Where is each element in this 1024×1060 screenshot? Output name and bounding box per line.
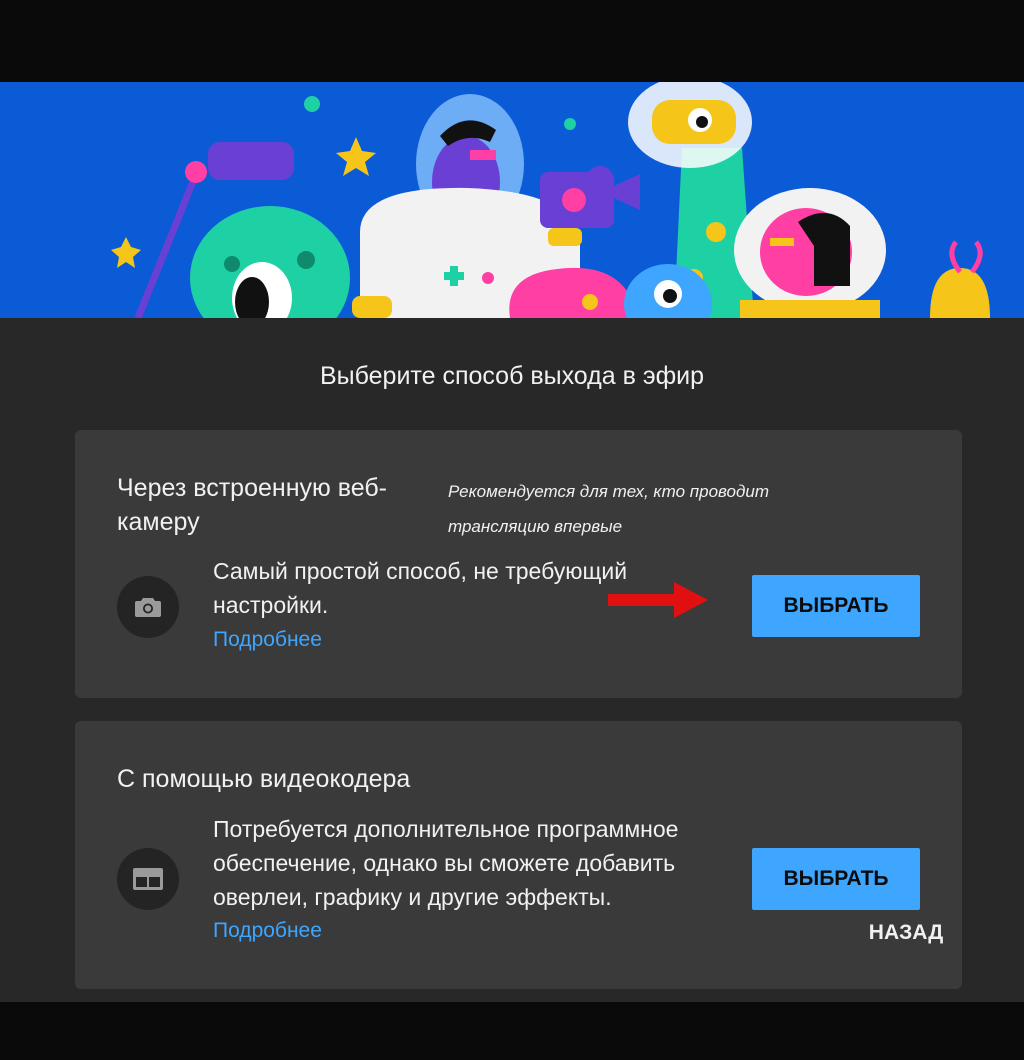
- option-title: Через встроенную веб-камеру: [117, 474, 387, 536]
- option-card-encoder: С помощью видеокодера Потребуется дополн…: [75, 721, 962, 989]
- learn-more-link[interactable]: Подробнее: [213, 628, 322, 652]
- banner-art: [111, 82, 990, 318]
- option-description: Потребуется дополнительное программное о…: [213, 816, 679, 910]
- option-card-webcam: Через встроенную веб-камеру Рекомендуетс…: [75, 430, 962, 698]
- go-live-dialog: Выберите способ выхода в эфир Через встр…: [0, 82, 1024, 1002]
- encoder-icon: [117, 848, 179, 910]
- dialog-title: Выберите способ выхода в эфир: [319, 362, 705, 390]
- select-webcam-button[interactable]: ВЫБРАТЬ: [752, 575, 920, 637]
- annotation-arrow-icon: [608, 582, 708, 618]
- back-button[interactable]: НАЗАД: [860, 918, 952, 948]
- option-title: С помощью видеокодера: [117, 765, 411, 793]
- banner-illustration: [0, 82, 1024, 318]
- select-encoder-button[interactable]: ВЫБРАТЬ: [752, 848, 920, 910]
- camera-icon: [117, 576, 179, 638]
- learn-more-link[interactable]: Подробнее: [213, 919, 322, 943]
- recommendation-note: Рекомендуется для тех, кто проводит тран…: [448, 482, 769, 536]
